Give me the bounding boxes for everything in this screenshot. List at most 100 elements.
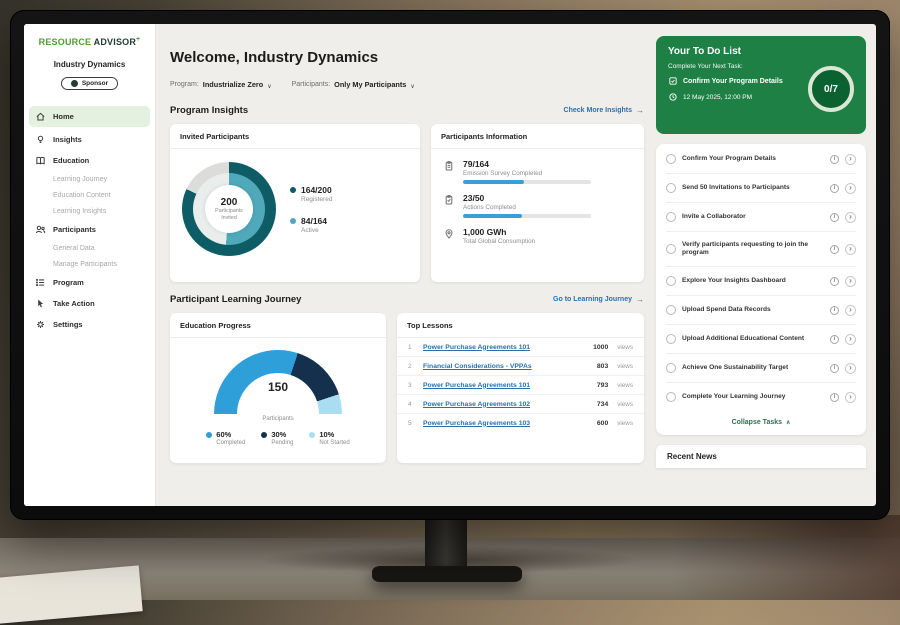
invited-donut-chart: 200 Participants Invited: [182, 162, 276, 256]
program-insights-header: Program Insights Check More Insights: [170, 105, 644, 116]
lesson-link[interactable]: Power Purchase Agreements 103: [423, 420, 590, 427]
task-checkbox[interactable]: [666, 305, 676, 315]
chevron-right-icon[interactable]: [845, 392, 856, 403]
chevron-right-icon[interactable]: [845, 244, 856, 255]
sponsor-badge[interactable]: Sponsor: [61, 77, 118, 90]
info-icon[interactable]: [830, 335, 839, 344]
task-checkbox[interactable]: [666, 363, 676, 373]
task-checkbox[interactable]: [666, 183, 676, 193]
collapse-label: Collapse Tasks: [732, 419, 782, 426]
task-label: Complete Your Learning Journey: [682, 393, 824, 402]
invited-participants-card: Invited Participants 200 Participants In…: [170, 124, 420, 282]
legend-dot: [309, 432, 315, 438]
lesson-views: 600: [597, 420, 608, 427]
lesson-row[interactable]: 5 Power Purchase Agreements 103 600 view…: [397, 414, 644, 432]
sidebar-item-education-content[interactable]: Education Content: [24, 187, 155, 203]
lesson-rank: 2: [408, 363, 416, 370]
legend-completed: 60% Completed: [206, 430, 245, 446]
stat-label: Emission Survey Completed: [463, 170, 632, 177]
book-icon: [35, 155, 46, 166]
chevron-right-icon[interactable]: [845, 363, 856, 374]
check-more-insights-link[interactable]: Check More Insights: [564, 106, 644, 115]
chevron-right-icon[interactable]: [845, 276, 856, 287]
info-icon[interactable]: [830, 155, 839, 164]
task-checkbox[interactable]: [666, 392, 676, 402]
monitor-bezel: RESOURCE ADVISOR+ Industry Dynamics Spon…: [10, 10, 890, 520]
info-icon[interactable]: [830, 393, 839, 402]
sidebar-item-manage-participants[interactable]: Manage Participants: [24, 256, 155, 272]
task-row[interactable]: Achieve One Sustainability Target: [666, 354, 856, 383]
people-icon: [35, 224, 46, 235]
link-label: Go to Learning Journey: [553, 296, 632, 303]
legend-value: 30%: [271, 430, 293, 439]
app-window: RESOURCE ADVISOR+ Industry Dynamics Spon…: [24, 24, 876, 506]
filters-row: Program: Industrialize Zero Participants…: [170, 75, 644, 93]
section-title-learning-journey: Participant Learning Journey: [170, 294, 301, 305]
lesson-row[interactable]: 1 Power Purchase Agreements 101 1000 vie…: [397, 338, 644, 357]
legend-value: 10%: [319, 430, 349, 439]
learning-journey-header: Participant Learning Journey Go to Learn…: [170, 294, 644, 305]
lesson-rank: 1: [408, 344, 416, 351]
monitor-stand-neck: [425, 516, 467, 572]
progress-bar: [463, 214, 591, 218]
sidebar-item-learning-journey[interactable]: Learning Journey: [24, 171, 155, 187]
info-icon[interactable]: [830, 213, 839, 222]
info-icon[interactable]: [830, 245, 839, 254]
info-icon[interactable]: [830, 306, 839, 315]
invited-donut-inner-ring: 200 Participants Invited: [193, 173, 265, 245]
sidebar-item-take-action[interactable]: Take Action: [24, 293, 155, 314]
program-filter[interactable]: Program: Industrialize Zero: [170, 75, 272, 93]
info-icon[interactable]: [830, 277, 839, 286]
chevron-right-icon[interactable]: [845, 305, 856, 316]
task-checkbox[interactable]: [666, 276, 676, 286]
task-checkbox[interactable]: [666, 334, 676, 344]
task-row[interactable]: Upload Spend Data Records: [666, 296, 856, 325]
todo-title: Your To Do List: [668, 46, 854, 57]
sidebar-item-participants[interactable]: Participants: [24, 219, 155, 240]
task-row[interactable]: Invite a Collaborator: [666, 203, 856, 232]
task-checkbox[interactable]: [666, 244, 676, 254]
sidebar-item-program[interactable]: Program: [24, 272, 155, 293]
go-to-learning-journey-link[interactable]: Go to Learning Journey: [553, 295, 644, 304]
sidebar-item-insights[interactable]: Insights: [24, 129, 155, 150]
lesson-link[interactable]: Power Purchase Agreements 101: [423, 382, 590, 389]
task-row[interactable]: Explore Your Insights Dashboard: [666, 267, 856, 296]
task-checkbox[interactable]: [666, 212, 676, 222]
program-filter-value: Industrialize Zero: [203, 80, 263, 89]
logo-resource: RESOURCE: [39, 37, 92, 47]
lesson-row[interactable]: 4 Power Purchase Agreements 102 734 view…: [397, 395, 644, 414]
card-title: Participants Information: [431, 124, 644, 149]
lesson-link[interactable]: Power Purchase Agreements 101: [423, 344, 586, 351]
lesson-views-suffix: views: [617, 382, 633, 389]
participants-filter[interactable]: Participants: Only My Participants: [292, 75, 415, 93]
sidebar-item-home[interactable]: Home: [29, 106, 150, 127]
lightbulb-icon: [35, 134, 46, 145]
lesson-rank: 5: [408, 420, 416, 427]
list-icon: [35, 277, 46, 288]
chevron-right-icon[interactable]: [845, 212, 856, 223]
lesson-link[interactable]: Financial Considerations - VPPAs: [423, 363, 590, 370]
lesson-views-suffix: views: [617, 363, 633, 370]
checklist-icon: [443, 194, 455, 218]
task-row[interactable]: Verify participants requesting to join t…: [666, 232, 856, 267]
task-checkbox[interactable]: [666, 154, 676, 164]
chevron-right-icon[interactable]: [845, 334, 856, 345]
tasks-list-card: Confirm Your Program Details Send 50 Inv…: [656, 144, 866, 435]
task-row[interactable]: Confirm Your Program Details: [666, 145, 856, 174]
chevron-right-icon[interactable]: [845, 183, 856, 194]
task-row[interactable]: Upload Additional Educational Content: [666, 325, 856, 354]
chevron-right-icon[interactable]: [845, 154, 856, 165]
sidebar-item-general-data[interactable]: General Data: [24, 240, 155, 256]
lesson-row[interactable]: 2 Financial Considerations - VPPAs 803 v…: [397, 357, 644, 376]
sidebar-item-settings[interactable]: Settings: [24, 314, 155, 335]
sidebar-item-education[interactable]: Education: [24, 150, 155, 171]
collapse-tasks-button[interactable]: Collapse Tasks: [666, 411, 856, 431]
lesson-row[interactable]: 3 Power Purchase Agreements 101 793 view…: [397, 376, 644, 395]
info-icon[interactable]: [830, 364, 839, 373]
task-row[interactable]: Complete Your Learning Journey: [666, 383, 856, 411]
lesson-link[interactable]: Power Purchase Agreements 102: [423, 401, 590, 408]
info-icon[interactable]: [830, 184, 839, 193]
task-row[interactable]: Send 50 Invitations to Participants: [666, 174, 856, 203]
lesson-views-suffix: views: [617, 401, 633, 408]
sidebar-item-learning-insights[interactable]: Learning Insights: [24, 203, 155, 219]
